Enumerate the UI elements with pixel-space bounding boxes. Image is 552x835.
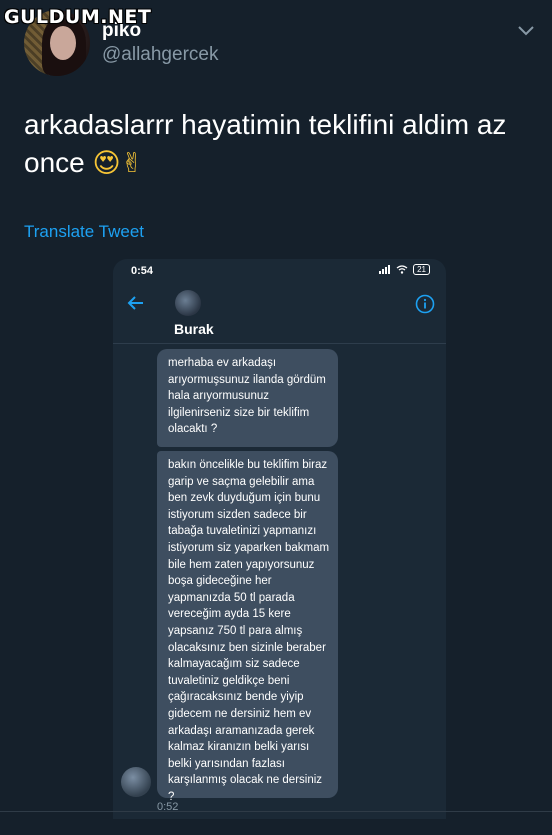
emoji-icons: 😍✌ [92,148,144,179]
message-bubble[interactable]: merhaba ev arkadaşı arıyormuşsunuz iland… [157,349,338,447]
phone-status-time: 0:54 [131,265,154,277]
contact-avatar[interactable] [175,290,201,316]
header-divider [113,343,446,344]
attached-screenshot[interactable]: 0:54 21 Burak merhaba ev arkadaşı arıyor… [113,259,446,819]
contact-name[interactable]: Burak [174,321,214,337]
avatar-face [50,26,76,60]
battery-icon: 21 [413,264,430,275]
bottom-divider [0,811,552,812]
message-bubble[interactable]: bakın öncelikle bu teklifim biraz garip … [157,451,338,803]
wifi-icon [396,265,408,274]
tweet-text: arkadaslarrr hayatimin teklifini aldim a… [24,106,534,183]
user-handle[interactable]: @allahgercek [102,44,218,66]
info-icon[interactable] [415,294,435,314]
tweet-text-line2: once [24,147,85,178]
phone-status-icons: 21 [379,264,430,275]
back-arrow-icon[interactable] [127,295,145,311]
chevron-down-icon[interactable] [516,20,536,40]
site-watermark: GULDUM.NET [4,6,152,28]
translate-tweet-link[interactable]: Translate Tweet [24,222,144,242]
sender-avatar [121,767,151,797]
signal-icon [379,265,391,274]
tweet-text-line1: arkadaslarrr hayatimin teklifini aldim a… [24,109,507,140]
